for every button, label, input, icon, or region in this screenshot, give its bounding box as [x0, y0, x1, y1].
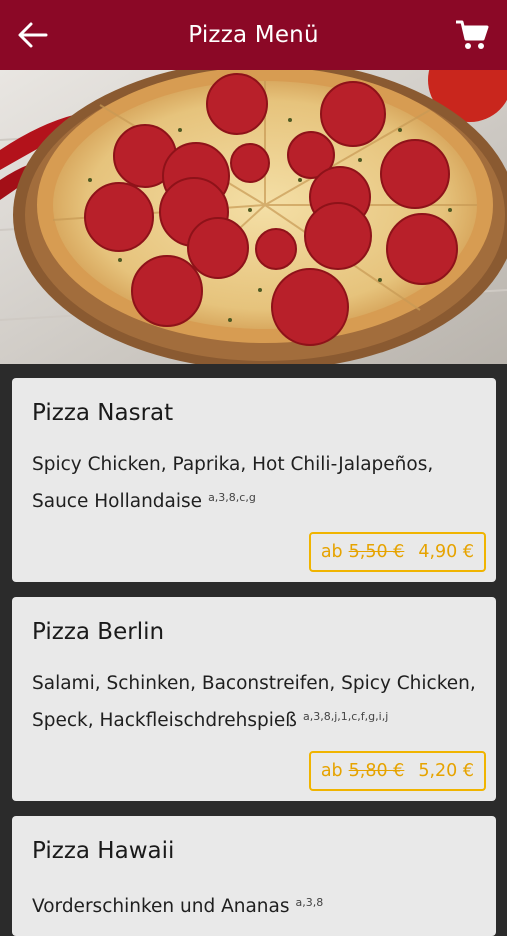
cart-button[interactable] [455, 18, 489, 52]
menu-item-name: Pizza Hawaii [32, 838, 175, 864]
menu-item-card[interactable]: Pizza Nasrat Spicy Chicken, Paprika, Hot… [12, 378, 496, 582]
menu-item-description: Salami, Schinken, Baconstreifen, Spicy C… [32, 673, 476, 731]
menu-item-card[interactable]: Pizza Hawaii Vorderschinken und Ananas a,… [12, 816, 496, 936]
current-price: 4,90 € [418, 542, 474, 562]
allergen-codes: a,3,8 [295, 896, 324, 909]
back-button[interactable] [16, 20, 50, 50]
arrow-left-icon [18, 22, 48, 48]
menu-item-description: Vorderschinken und Ananas a,3,8 [32, 896, 324, 917]
shopping-cart-icon [456, 20, 489, 49]
allergen-codes: a,3,8,j,1,c,f,g,i,j [302, 710, 389, 723]
price-button[interactable]: ab 5,80 € 5,20 € [308, 751, 486, 791]
app-header: Pizza Menü [0, 0, 507, 70]
price-button[interactable]: ab 5,50 € 4,90 € [308, 532, 486, 572]
price-prefix: ab [320, 542, 343, 562]
price-prefix: ab [320, 761, 343, 781]
menu-item-name: Pizza Nasrat [32, 400, 174, 426]
menu-item-card[interactable]: Pizza Berlin Salami, Schinken, Baconstre… [12, 597, 496, 801]
menu-item-name: Pizza Berlin [32, 619, 165, 645]
old-price: 5,80 € [348, 761, 405, 781]
page-title: Pizza Menü [188, 22, 319, 48]
current-price: 5,20 € [418, 761, 474, 781]
menu-item-description: Spicy Chicken, Paprika, Hot Chili-Jalape… [32, 454, 434, 512]
old-price: 5,50 € [348, 542, 405, 562]
allergen-codes: a,3,8,c,g [208, 491, 256, 504]
pizza-hero-image [0, 70, 507, 364]
